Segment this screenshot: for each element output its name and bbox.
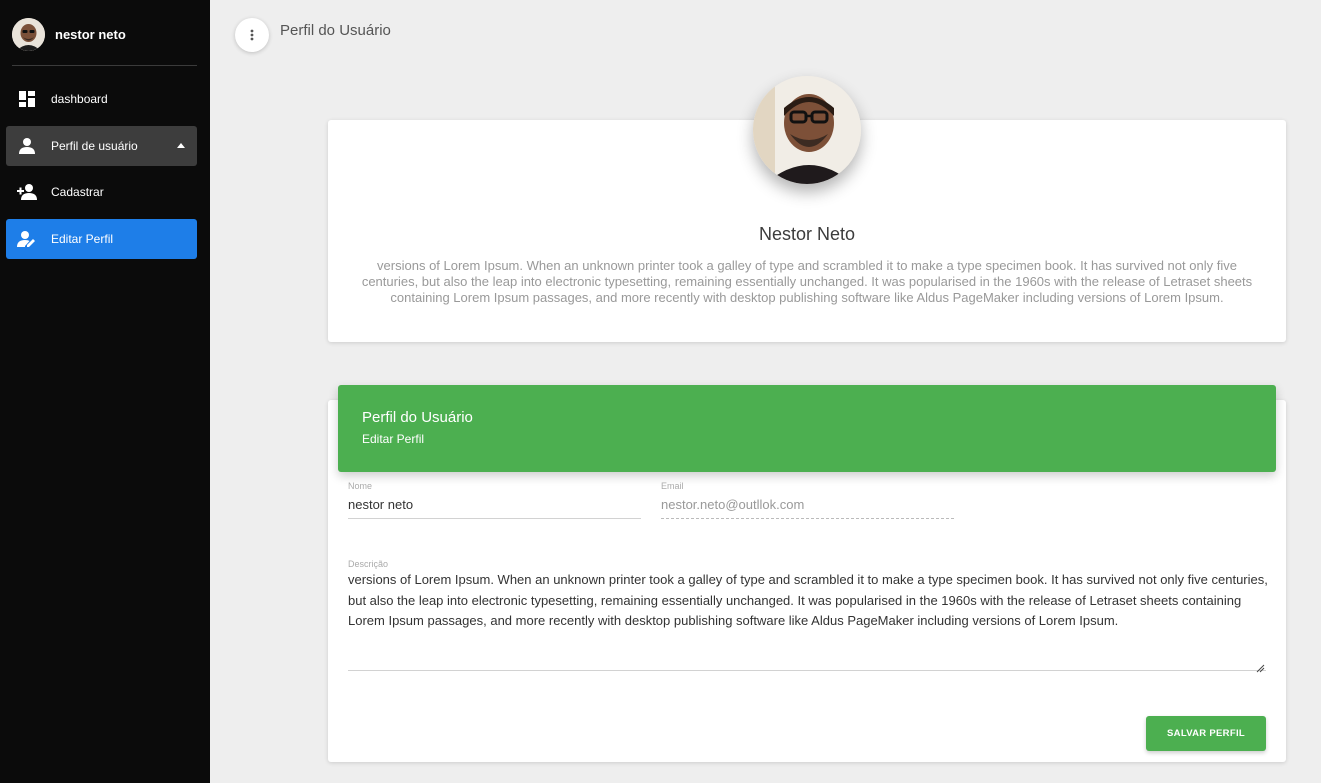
- resize-handle-icon[interactable]: [1255, 660, 1265, 673]
- profile-description: versions of Lorem Ipsum. When an unknown…: [361, 258, 1253, 305]
- edit-card-subtitle: Editar Perfil: [362, 432, 425, 446]
- email-field-underline: [661, 518, 954, 520]
- edit-card-header: Perfil do Usuário Editar Perfil: [338, 385, 1276, 472]
- name-field-underline: [348, 518, 641, 519]
- more-options-button[interactable]: [235, 18, 269, 52]
- sidebar-item-dashboard[interactable]: dashboard: [6, 79, 197, 119]
- profile-name: Nestor Neto: [758, 224, 856, 244]
- sidebar-item-label: dashboard: [51, 92, 108, 106]
- dashboard-icon: [16, 88, 38, 110]
- email-field-label: Email: [661, 481, 684, 491]
- avatar: [12, 18, 45, 51]
- edit-card-title: Perfil do Usuário: [362, 409, 473, 426]
- sidebar-item-editar-perfil[interactable]: Editar Perfil: [6, 219, 197, 259]
- name-field-label: Nome: [348, 481, 373, 491]
- sidebar-item-label: Cadastrar: [51, 185, 104, 199]
- chevron-up-icon: [177, 143, 185, 148]
- sidebar-item-perfil-de-usuario[interactable]: Perfil de usuário: [6, 126, 197, 166]
- sidebar-item-label: Editar Perfil: [51, 232, 114, 246]
- sidebar-user[interactable]: nestor neto: [12, 18, 126, 51]
- name-field[interactable]: nestor neto: [348, 497, 413, 512]
- sidebar-item-cadastrar[interactable]: Cadastrar: [6, 172, 197, 212]
- more-vert-icon: [250, 29, 254, 41]
- description-textarea[interactable]: versions of Lorem Ipsum. When an unknown…: [348, 570, 1268, 632]
- description-underline: [348, 670, 1266, 671]
- sidebar-user-name: nestor neto: [55, 27, 126, 42]
- person-icon: [16, 135, 38, 157]
- person-edit-icon: [16, 228, 38, 250]
- sidebar-item-label: Perfil de usuário: [51, 139, 138, 153]
- description-field-label: Descrição: [348, 559, 389, 569]
- profile-avatar: [753, 76, 861, 184]
- sidebar: nestor neto dashboard Perfil de usuário …: [0, 0, 210, 783]
- person-add-icon: [16, 181, 38, 203]
- email-field: nestor.neto@outllok.com: [661, 497, 805, 512]
- save-profile-button[interactable]: SALVAR PERFIL: [1146, 716, 1266, 751]
- page-title: Perfil do Usuário: [280, 22, 391, 39]
- sidebar-divider: [12, 65, 197, 66]
